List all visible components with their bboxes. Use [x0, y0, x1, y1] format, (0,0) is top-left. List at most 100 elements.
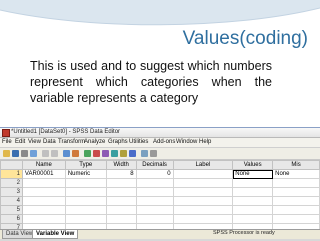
cell-label[interactable]: [172, 178, 234, 188]
column-header-width[interactable]: Width: [105, 160, 137, 170]
menu-file[interactable]: File: [2, 139, 12, 145]
menu-analyze[interactable]: Analyze: [84, 139, 105, 145]
cell-label[interactable]: [172, 196, 234, 206]
value-labels-icon[interactable]: [141, 150, 148, 157]
menu-edit[interactable]: Edit: [15, 139, 25, 145]
toolbar: [0, 148, 320, 160]
menu-window[interactable]: Window: [176, 139, 197, 145]
cell-type[interactable]: [64, 187, 107, 197]
table-row: 4: [0, 196, 320, 206]
cell-name[interactable]: [21, 205, 66, 215]
grid-header-row: Name Type Width Decimals Label Values Mi…: [0, 160, 320, 170]
cell-missing[interactable]: None: [272, 169, 320, 179]
row-number[interactable]: 5: [0, 205, 23, 215]
column-header-decimals[interactable]: Decimals: [135, 160, 174, 170]
table-row: 6: [0, 214, 320, 224]
menu-transform[interactable]: Transform: [58, 139, 85, 145]
column-header-name[interactable]: Name: [21, 160, 66, 170]
cell-width[interactable]: [105, 187, 137, 197]
column-header-missing[interactable]: Mis: [272, 160, 320, 170]
row-number[interactable]: 4: [0, 196, 23, 206]
cell-width[interactable]: 8: [105, 169, 137, 179]
row-number-header: [0, 160, 23, 170]
cell-decimals[interactable]: [135, 187, 174, 197]
spss-data-editor-window: *Untitled1 [DataSet0] - SPSS Data Editor…: [0, 127, 320, 241]
cell-width[interactable]: [105, 205, 137, 215]
column-header-values[interactable]: Values: [232, 160, 274, 170]
row-number[interactable]: 1: [0, 169, 23, 179]
cell-missing[interactable]: [272, 187, 320, 197]
spss-app-icon: [2, 129, 10, 137]
cell-missing[interactable]: [272, 196, 320, 206]
cell-decimals[interactable]: [135, 178, 174, 188]
redo-icon[interactable]: [51, 150, 58, 157]
cell-name[interactable]: [21, 187, 66, 197]
cell-values[interactable]: None: [232, 169, 274, 179]
cell-missing[interactable]: [272, 178, 320, 188]
dialog-recall-icon[interactable]: [30, 150, 37, 157]
cell-decimals[interactable]: [135, 205, 174, 215]
find-icon[interactable]: [84, 150, 91, 157]
cell-width[interactable]: [105, 196, 137, 206]
open-folder-icon[interactable]: [3, 150, 10, 157]
slide-title: Values(coding): [182, 28, 308, 49]
menu-add-ons[interactable]: Add-ons: [153, 139, 175, 145]
cell-decimals[interactable]: 0: [135, 169, 174, 179]
slide-body-text: This is used and to suggest which number…: [30, 59, 272, 105]
cell-type[interactable]: [64, 205, 107, 215]
table-row: 1 VAR00001 Numeric 8 0 None None: [0, 169, 320, 179]
cell-label[interactable]: [172, 169, 234, 179]
tab-variable-view[interactable]: Variable View: [32, 230, 79, 239]
cell-type[interactable]: [64, 214, 107, 224]
cell-values[interactable]: [232, 214, 274, 224]
cell-decimals[interactable]: [135, 214, 174, 224]
cell-label[interactable]: [172, 187, 234, 197]
insert-variable-icon[interactable]: [102, 150, 109, 157]
row-number[interactable]: 6: [0, 214, 23, 224]
print-icon[interactable]: [21, 150, 28, 157]
insert-cases-icon[interactable]: [93, 150, 100, 157]
cell-label[interactable]: [172, 205, 234, 215]
cell-values[interactable]: [232, 187, 274, 197]
cell-name[interactable]: VAR00001: [21, 169, 66, 179]
cell-values[interactable]: [232, 178, 274, 188]
table-row: 3: [0, 187, 320, 197]
column-header-type[interactable]: Type: [64, 160, 107, 170]
row-number[interactable]: 3: [0, 187, 23, 197]
table-row: 5: [0, 205, 320, 215]
menu-bar: File Edit View Data Transform Analyze Gr…: [0, 138, 320, 148]
split-file-icon[interactable]: [111, 150, 118, 157]
variable-view-grid: Name Type Width Decimals Label Values Mi…: [0, 160, 320, 233]
cell-missing[interactable]: [272, 205, 320, 215]
table-row: 2: [0, 178, 320, 188]
row-number[interactable]: 2: [0, 178, 23, 188]
cell-values[interactable]: [232, 196, 274, 206]
menu-graphs[interactable]: Graphs: [108, 139, 128, 145]
variables-icon[interactable]: [72, 150, 79, 157]
cell-type[interactable]: [64, 196, 107, 206]
cell-name[interactable]: [21, 214, 66, 224]
menu-utilities[interactable]: Utilities: [129, 139, 148, 145]
save-icon[interactable]: [12, 150, 19, 157]
column-header-label[interactable]: Label: [172, 160, 234, 170]
cell-label[interactable]: [172, 214, 234, 224]
undo-icon[interactable]: [42, 150, 49, 157]
cell-missing[interactable]: [272, 214, 320, 224]
cell-name[interactable]: [21, 178, 66, 188]
select-cases-icon[interactable]: [129, 150, 136, 157]
menu-data[interactable]: Data: [43, 139, 56, 145]
window-titlebar: *Untitled1 [DataSet0] - SPSS Data Editor: [0, 128, 320, 138]
weight-cases-icon[interactable]: [120, 150, 127, 157]
cell-type[interactable]: [64, 178, 107, 188]
use-sets-icon[interactable]: [150, 150, 157, 157]
cell-type[interactable]: Numeric: [64, 169, 107, 179]
cell-decimals[interactable]: [135, 196, 174, 206]
cell-name[interactable]: [21, 196, 66, 206]
cell-width[interactable]: [105, 214, 137, 224]
cell-values[interactable]: [232, 205, 274, 215]
window-title: *Untitled1 [DataSet0] - SPSS Data Editor: [11, 129, 121, 135]
menu-help[interactable]: Help: [199, 139, 211, 145]
menu-view[interactable]: View: [28, 139, 41, 145]
cell-width[interactable]: [105, 178, 137, 188]
goto-case-icon[interactable]: [63, 150, 70, 157]
